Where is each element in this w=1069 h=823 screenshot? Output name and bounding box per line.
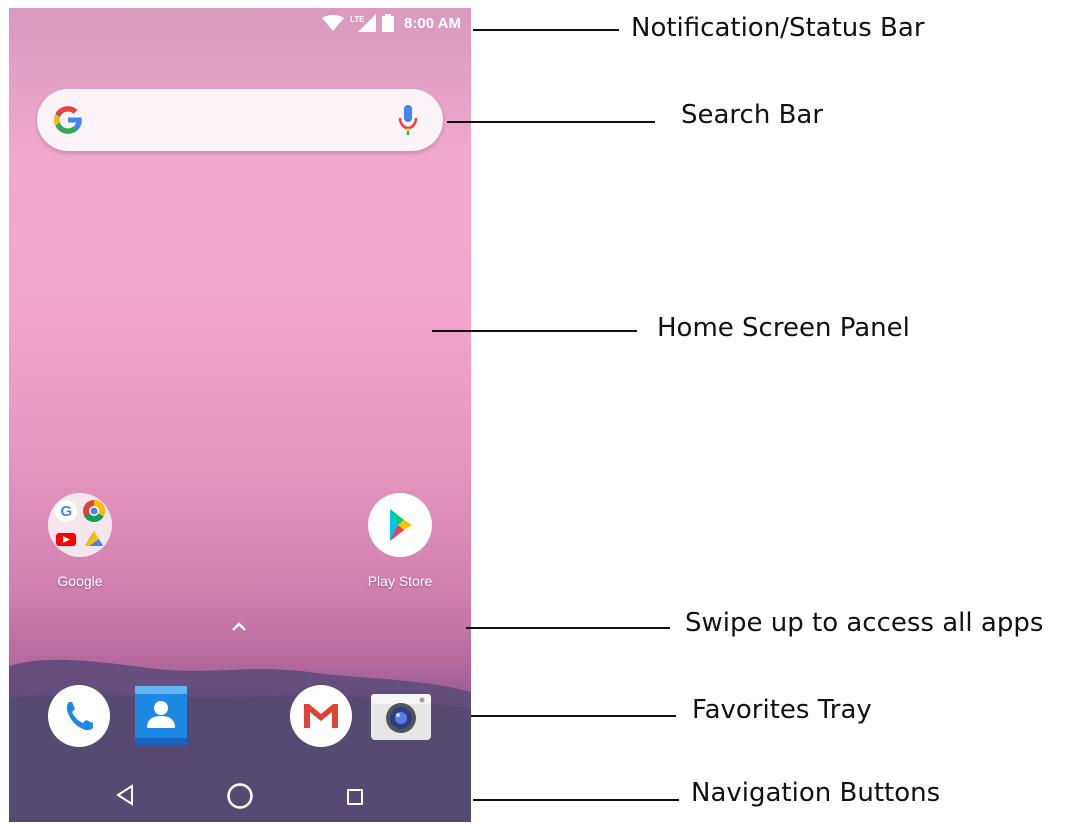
google-g-icon (54, 106, 82, 134)
callout-line-home-screen (432, 330, 637, 332)
back-icon[interactable] (115, 784, 135, 806)
search-bar[interactable] (37, 89, 443, 151)
callout-line-search-bar (447, 121, 655, 123)
phone-icon (48, 685, 110, 747)
app-label: Google (57, 573, 103, 589)
status-bar[interactable]: LTE 8:00 AM (322, 8, 461, 38)
callout-search-bar: Search Bar (681, 100, 824, 130)
callout-navigation-buttons: Navigation Buttons (691, 778, 941, 808)
google-folder[interactable]: G Google (30, 493, 130, 589)
microphone-icon[interactable] (399, 105, 417, 135)
signal-icon: LTE (350, 14, 377, 32)
favorite-gmail[interactable] (289, 684, 353, 748)
gmail-icon (290, 685, 352, 747)
network-type-label: LTE (350, 15, 365, 24)
callout-line-navigation (473, 799, 679, 801)
google-folder-icon: G (48, 493, 112, 557)
contacts-icon (135, 686, 187, 746)
favorite-camera[interactable] (369, 684, 433, 748)
callout-line-swipe-up (466, 627, 670, 629)
play-store-app[interactable]: Play Store (350, 493, 450, 589)
phone-screen: LTE 8:00 AM G Google Play Store (9, 8, 471, 822)
home-icon[interactable] (226, 782, 254, 810)
wifi-icon (322, 15, 345, 31)
recents-icon[interactable] (346, 788, 364, 806)
svg-text:G: G (61, 503, 73, 520)
callout-home-screen-panel: Home Screen Panel (657, 313, 910, 343)
status-time: 8:00 AM (404, 14, 461, 32)
play-store-icon (368, 493, 432, 557)
callout-status-bar: Notification/Status Bar (631, 13, 925, 43)
chevron-up-icon[interactable] (231, 620, 247, 632)
callout-line-favorites (471, 715, 676, 717)
battery-icon (382, 14, 395, 32)
camera-icon (371, 694, 431, 740)
favorite-phone[interactable] (47, 684, 111, 748)
callout-favorites-tray: Favorites Tray (692, 695, 872, 725)
app-label: Play Store (367, 573, 433, 589)
callout-swipe-up: Swipe up to access all apps (685, 608, 1044, 638)
favorite-contacts[interactable] (129, 684, 193, 748)
callout-line-status-bar (473, 29, 619, 31)
